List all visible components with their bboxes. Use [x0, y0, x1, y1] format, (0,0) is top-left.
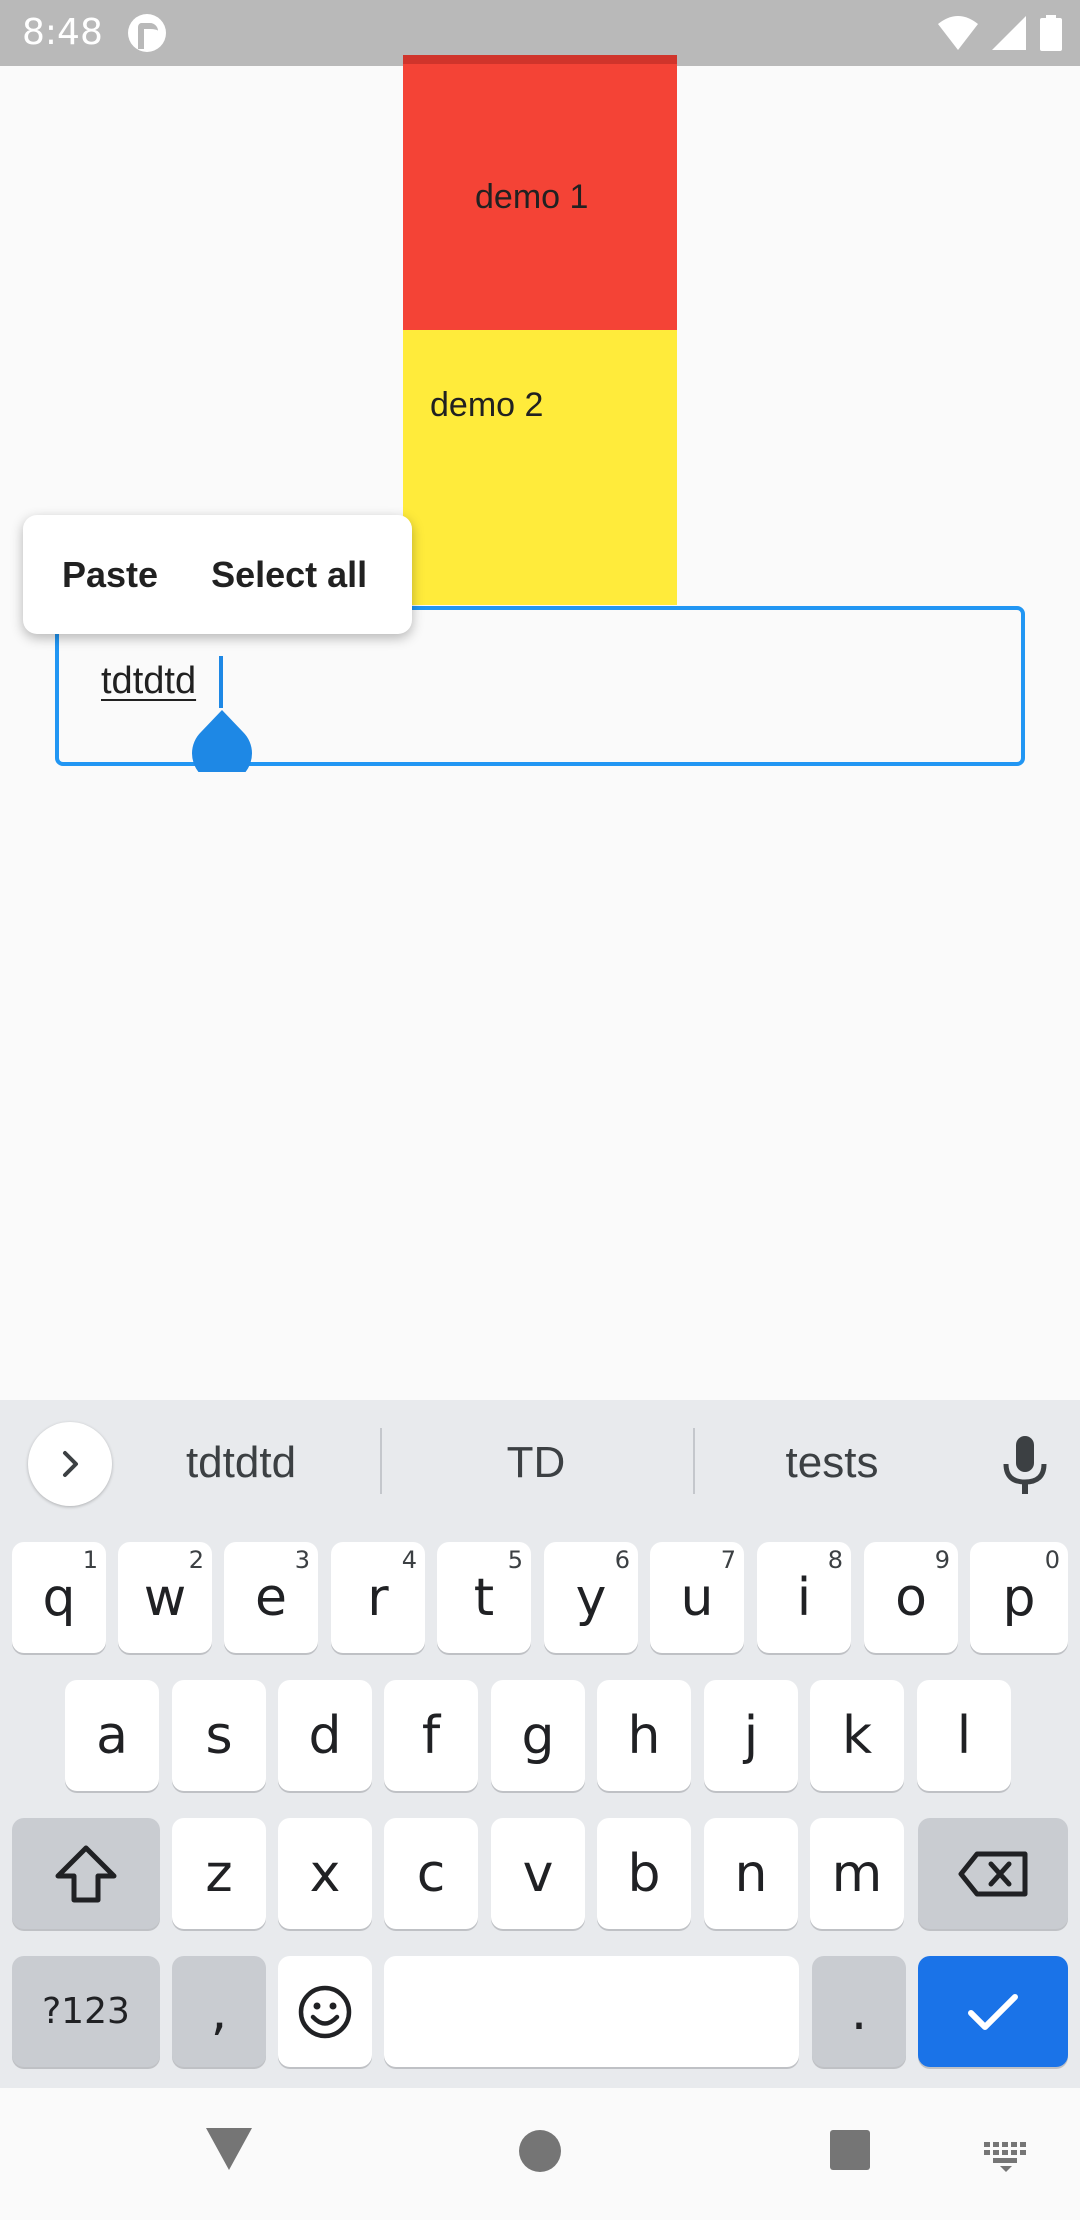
emoji-icon [298, 1985, 352, 2038]
symbols-key[interactable]: ?123 [12, 1956, 160, 2067]
emoji-key[interactable] [278, 1956, 372, 2067]
key-h[interactable]: h [597, 1680, 691, 1791]
status-time: 8:48 [22, 12, 103, 53]
wifi-icon [938, 16, 978, 50]
text-selection-menu: Paste Select all [23, 515, 412, 634]
signal-icon [992, 16, 1026, 50]
shift-key[interactable] [12, 1818, 160, 1929]
key-r[interactable]: r4 [331, 1542, 425, 1653]
text-cursor [219, 656, 223, 708]
key-e[interactable]: e3 [224, 1542, 318, 1653]
app-notification-icon [128, 14, 166, 52]
key-t[interactable]: t5 [437, 1542, 531, 1653]
expand-toolbar-button[interactable] [28, 1422, 112, 1506]
key-s[interactable]: s [172, 1680, 266, 1791]
paste-menu-item[interactable]: Paste [62, 554, 158, 596]
demo-box-2: demo 2 [403, 330, 677, 605]
key-d[interactable]: d [278, 1680, 372, 1791]
key-o[interactable]: o9 [864, 1542, 958, 1653]
home-icon[interactable] [519, 2130, 561, 2172]
key-b[interactable]: b [597, 1818, 691, 1929]
chevron-right-icon [63, 1451, 78, 1477]
key-a[interactable]: a [65, 1680, 159, 1791]
key-y[interactable]: y6 [544, 1542, 638, 1653]
key-m[interactable]: m [810, 1818, 904, 1929]
key-n[interactable]: n [704, 1818, 798, 1929]
shift-icon [55, 1845, 117, 1902]
microphone-icon[interactable] [1000, 1436, 1050, 1496]
key-f[interactable]: f [384, 1680, 478, 1791]
navigation-bar [0, 2088, 1080, 2220]
key-g[interactable]: g [491, 1680, 585, 1791]
text-input-value: tdtdtd [101, 660, 197, 702]
suggestion-2[interactable]: TD [411, 1438, 661, 1488]
checkmark-icon [968, 1993, 1018, 2030]
suggestion-bar: tdtdtd TD tests [0, 1400, 1080, 1540]
period-key[interactable]: . [812, 1956, 906, 2067]
battery-icon [1040, 15, 1062, 51]
key-c[interactable]: c [384, 1818, 478, 1929]
suggestion-divider [380, 1428, 382, 1494]
suggestion-divider [693, 1428, 695, 1494]
enter-key[interactable] [918, 1956, 1068, 2067]
key-x[interactable]: x [278, 1818, 372, 1929]
demo-box-1: demo 1 [403, 55, 677, 330]
status-icons [938, 14, 1062, 52]
backspace-key[interactable] [918, 1818, 1068, 1929]
key-v[interactable]: v [491, 1818, 585, 1929]
demo-box-2-label: demo 2 [430, 386, 544, 424]
back-icon[interactable] [206, 2128, 252, 2170]
recents-icon[interactable] [830, 2130, 870, 2170]
suggestion-1[interactable]: tdtdtd [116, 1438, 366, 1488]
demo-box-1-label: demo 1 [475, 178, 589, 216]
cursor-handle[interactable] [191, 710, 253, 772]
key-k[interactable]: k [810, 1680, 904, 1791]
keyboard-switch-icon[interactable] [984, 2142, 1028, 2172]
suggestion-3[interactable]: tests [707, 1438, 957, 1488]
soft-keyboard: tdtdtd TD tests q1 w2 e3 r4 t5 y6 u7 i8 … [0, 1400, 1080, 2088]
key-q[interactable]: q1 [12, 1542, 106, 1653]
key-z[interactable]: z [172, 1818, 266, 1929]
key-j[interactable]: j [704, 1680, 798, 1791]
comma-key[interactable]: , [172, 1956, 266, 2067]
key-i[interactable]: i8 [757, 1542, 851, 1653]
select-all-menu-item[interactable]: Select all [211, 554, 367, 596]
backspace-icon [958, 1851, 1028, 1896]
key-w[interactable]: w2 [118, 1542, 212, 1653]
key-p[interactable]: p0 [970, 1542, 1068, 1653]
key-u[interactable]: u7 [650, 1542, 744, 1653]
key-l[interactable]: l [917, 1680, 1011, 1791]
space-key[interactable] [384, 1956, 799, 2067]
